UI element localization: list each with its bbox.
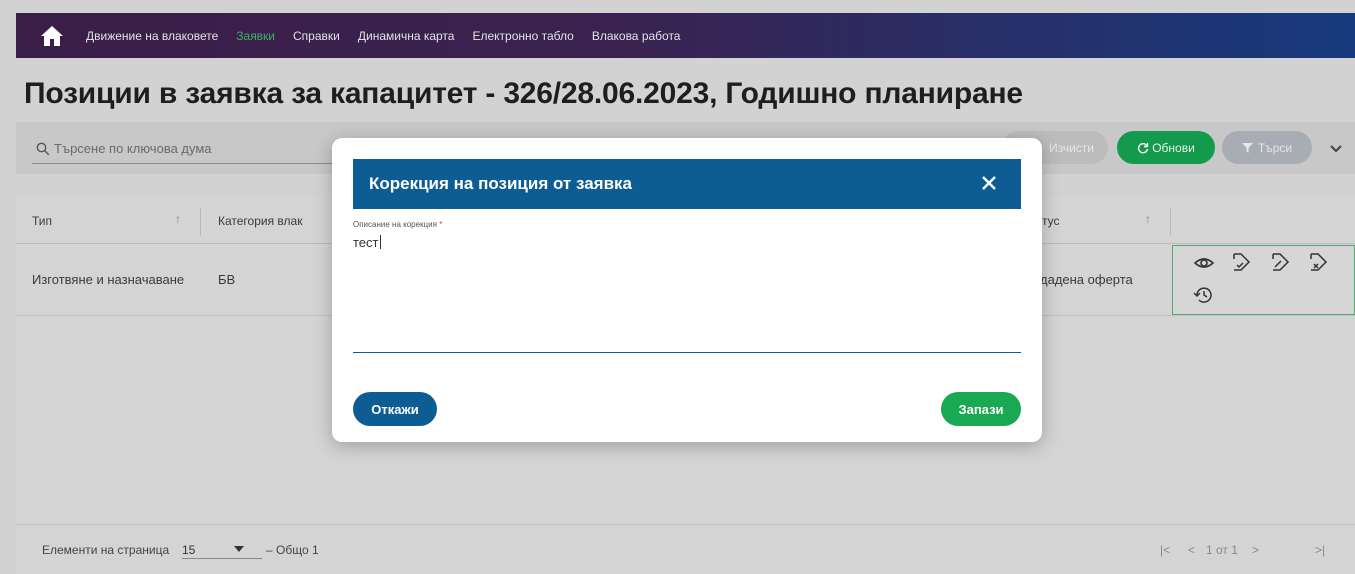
search-box [32,134,362,164]
column-divider [200,208,201,236]
description-textarea[interactable]: тест [353,235,381,250]
chevron-down-icon[interactable] [1327,140,1345,156]
description-label: Описание на корекция * [353,220,442,229]
tag-edit-icon[interactable] [1269,251,1291,273]
sort-arrow-icon[interactable]: ↑ [1145,212,1151,226]
description-label-text: Описание на корекция [353,220,437,229]
nav-item-train-movement[interactable]: Движение на влаковете [86,29,218,43]
per-page-label: Елементи на страница [42,543,170,557]
refresh-label: Обнови [1152,140,1195,155]
page-title: Позиции в заявка за капацитет - 326/28.0… [24,77,1023,110]
close-icon[interactable] [979,173,999,193]
tag-check-icon[interactable] [1230,251,1252,273]
last-page-icon[interactable]: >| [1315,543,1325,557]
search-label: Търси [1257,140,1293,155]
search-button[interactable]: Търси [1222,131,1312,164]
per-page-select[interactable]: 15 [182,537,262,559]
first-page-icon[interactable]: |< [1160,543,1170,557]
per-page-value: 15 [182,543,196,557]
required-mark: * [439,220,443,229]
top-navigation: Движение на влаковете Заявки Справки Дин… [16,13,1355,58]
nav-item-reports[interactable]: Справки [293,29,340,43]
field-underline [353,352,1021,353]
column-divider [1170,208,1171,236]
column-train-category[interactable]: Категория влак [218,198,302,244]
dialog-header: Корекция на позиция от заявка [353,159,1021,209]
search-icon [36,142,50,155]
dialog-title: Корекция на позиция от заявка [369,174,632,193]
table-footer: Елементи на страница 15 – Общо 1 |< < 1 … [16,524,1355,574]
row-actions [1172,245,1355,315]
nav-item-dynamic-map[interactable]: Динамична карта [358,29,455,43]
search-input[interactable] [54,141,344,156]
column-status[interactable]: тус [1042,198,1060,244]
total-count: – Общо 1 [266,543,319,557]
nav-item-requests[interactable]: Заявки [236,29,275,43]
history-icon[interactable] [1193,284,1215,306]
cell-type: Изготвяне и назначаване [32,272,185,287]
refresh-button[interactable]: Обнови [1117,131,1215,164]
save-button[interactable]: Запази [941,392,1021,426]
sort-arrow-icon[interactable]: ↑ [175,212,181,226]
nav-item-train-work[interactable]: Влакова работа [592,29,681,43]
column-type[interactable]: Тип [32,198,52,244]
filter-icon [1241,142,1253,153]
tag-remove-icon[interactable] [1307,251,1329,273]
dropdown-arrow-icon [234,546,244,552]
nav-item-electronic-board[interactable]: Електронно табло [472,29,573,43]
text-caret [379,235,381,249]
cancel-button[interactable]: Откажи [353,392,437,426]
eye-icon[interactable] [1193,252,1215,274]
page-info: 1 от 1 [1206,543,1238,557]
refresh-icon [1138,142,1149,153]
cell-category: БВ [218,272,236,287]
next-page-icon[interactable]: > [1252,543,1259,557]
cell-status: дадена оферта [1040,272,1133,287]
correction-dialog: Корекция на позиция от заявка Описание н… [332,138,1042,442]
home-icon[interactable] [38,22,66,50]
prev-page-icon[interactable]: < [1188,543,1195,557]
description-value: тест [353,235,379,250]
